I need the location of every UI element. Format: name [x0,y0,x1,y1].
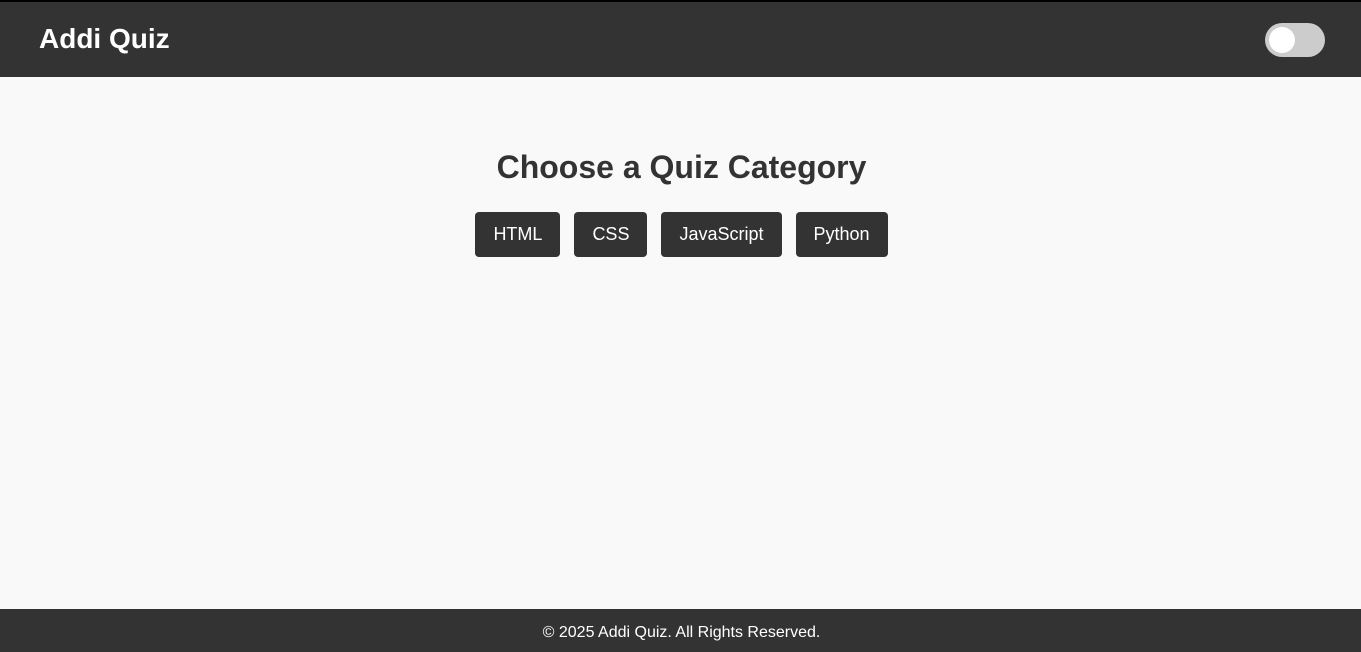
category-buttons: HTML CSS JavaScript Python [0,212,1361,257]
category-button-css[interactable]: CSS [574,212,648,257]
category-button-python[interactable]: Python [795,212,888,257]
app-header: Addi Quiz [0,0,1361,77]
page-title: Choose a Quiz Category [496,149,867,185]
app-footer: © 2025 Addi Quiz. All Rights Reserved. [0,609,1361,652]
theme-toggle[interactable] [1265,23,1325,57]
toggle-knob [1269,27,1295,53]
app-title: Addi Quiz [39,23,170,54]
main-content: Choose a Quiz Category HTML CSS JavaScri… [0,77,1361,609]
footer-copyright: © 2025 Addi Quiz. All Rights Reserved. [542,624,821,641]
category-button-html[interactable]: HTML [475,212,561,257]
category-button-javascript[interactable]: JavaScript [661,212,782,257]
